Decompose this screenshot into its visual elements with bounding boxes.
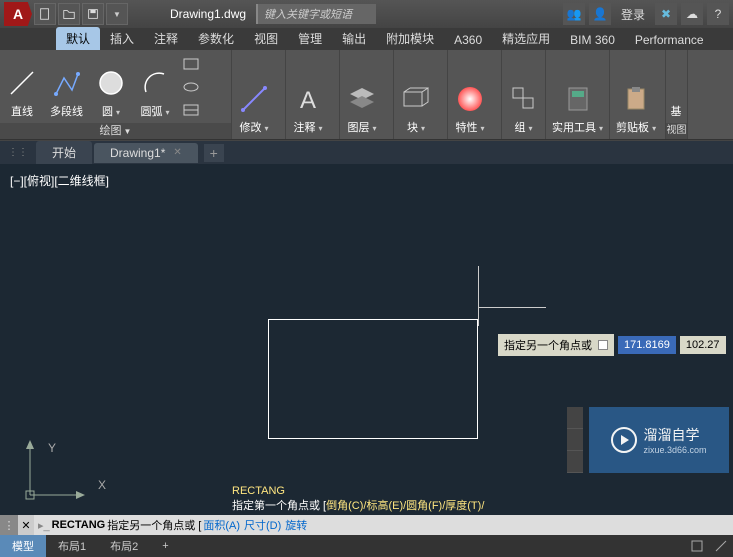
cmd-close-icon[interactable]: ✕ xyxy=(18,515,34,535)
status-bar: 模型 布局1 布局2 + xyxy=(0,535,733,557)
nav-scrollbar[interactable] xyxy=(567,407,583,473)
command-line[interactable]: ⋮ ✕ ▸_ RECTANG 指定另一个角点或 [面积(A) 尺寸(D) 旋转 xyxy=(0,515,733,535)
cmd-option[interactable]: 尺寸(D) xyxy=(244,517,281,533)
svg-text:A: A xyxy=(300,87,316,114)
hatch-icon[interactable] xyxy=(181,101,201,119)
cmd-grip-icon[interactable]: ⋮ xyxy=(0,515,18,535)
layer-button[interactable]: 图层 ▾ xyxy=(340,50,384,139)
ucs-y-label: Y xyxy=(48,441,56,455)
dyn-height-input[interactable]: 102.27 xyxy=(680,336,726,354)
dynamic-input: 指定另一个角点或 171.8169 102.27 xyxy=(498,334,726,356)
ribbon-tab[interactable]: 插入 xyxy=(100,27,144,50)
cloud-icon[interactable]: ☁ xyxy=(681,3,703,25)
base-button[interactable]: 基 xyxy=(666,50,686,123)
model-tab[interactable]: 模型 xyxy=(0,535,46,557)
dyn-prompt-label: 指定另一个角点或 xyxy=(504,337,592,353)
play-icon xyxy=(611,427,637,453)
arc-button[interactable]: 圆弧 ▾ xyxy=(133,50,177,123)
ribbon-tab[interactable]: A360 xyxy=(444,30,492,50)
crosshair-h xyxy=(478,307,546,308)
ribbon-tab[interactable]: BIM 360 xyxy=(560,30,625,50)
crosshair-v xyxy=(478,266,479,326)
ribbon-tab[interactable]: 附加模块 xyxy=(376,27,444,50)
close-icon[interactable]: ✕ xyxy=(173,147,181,158)
qat-open-icon[interactable] xyxy=(58,3,80,25)
cmd-chevron-icon: ▸_ xyxy=(38,519,50,532)
app-logo[interactable]: A xyxy=(4,2,32,26)
utilities-button[interactable]: 实用工具 ▾ xyxy=(546,50,609,139)
ribbon-body: 直线 多段线 圆 ▾ 圆弧 ▾ 绘图▼ 修改 ▾ A注释 ▾ 图层 ▾ 块 ▾ … xyxy=(0,50,733,140)
status-icon[interactable] xyxy=(711,538,731,554)
clipboard-button[interactable]: 剪贴板 ▾ xyxy=(610,50,662,139)
ribbon-tab[interactable]: 参数化 xyxy=(188,27,244,50)
binoculars-icon[interactable]: 👥 xyxy=(563,3,585,25)
panel-title: 视图 xyxy=(666,123,687,139)
rectangle-preview xyxy=(268,319,478,439)
cmd-option[interactable]: 旋转 xyxy=(285,517,307,533)
modify-button[interactable]: 修改 ▾ xyxy=(232,50,276,139)
dyn-width-input[interactable]: 171.8169 xyxy=(618,336,676,354)
ucs-x-label: X xyxy=(98,478,106,492)
drawing-canvas[interactable]: [−][俯视][二维线框] 指定另一个角点或 171.8169 102.27 Y… xyxy=(0,164,733,515)
qat-dropdown-icon[interactable]: ▼ xyxy=(106,3,128,25)
qat-new-icon[interactable] xyxy=(34,3,56,25)
rect-icon[interactable] xyxy=(181,55,201,73)
title-filename: Drawing1.dwg xyxy=(170,7,246,21)
properties-button[interactable]: 特性 ▾ xyxy=(448,50,492,139)
dyn-options-icon[interactable] xyxy=(598,340,608,350)
ribbon-tab[interactable]: Performance xyxy=(625,30,714,50)
add-tab-button[interactable]: + xyxy=(204,144,224,162)
exchange-icon[interactable]: ✖ xyxy=(655,3,677,25)
file-tab-drawing[interactable]: Drawing1*✕ xyxy=(94,143,198,163)
panel-title[interactable]: 绘图▼ xyxy=(0,123,231,139)
viewport-label[interactable]: [−][俯视][二维线框] xyxy=(10,172,109,189)
circle-button[interactable]: 圆 ▾ xyxy=(89,50,133,123)
status-icon[interactable] xyxy=(687,538,707,554)
qat-save-icon[interactable] xyxy=(82,3,104,25)
block-button[interactable]: 块 ▾ xyxy=(394,50,438,139)
command-history: RECTANG 指定第一个角点或 [倒角(C)/标高(E)/圆角(F)/厚度(T… xyxy=(232,485,484,513)
cmd-name: RECTANG xyxy=(52,519,106,531)
ribbon-tab[interactable]: 管理 xyxy=(288,27,332,50)
file-tab-start[interactable]: 开始 xyxy=(36,141,92,164)
cmd-option[interactable]: 面积(A) xyxy=(203,517,240,533)
ribbon-tab[interactable]: 默认 xyxy=(56,27,100,50)
tab-grip-icon[interactable]: ⋮⋮ xyxy=(8,147,28,158)
watermark: 溜溜自学zixue.3d66.com xyxy=(589,407,729,473)
search-input[interactable]: 键入关键字或短语 xyxy=(256,4,376,24)
login-label[interactable]: 登录 xyxy=(615,6,651,23)
group-button[interactable]: 组 ▾ xyxy=(502,50,545,139)
ribbon-tab-bar: 默认 插入 注释 参数化 视图 管理 输出 附加模块 A360 精选应用 BIM… xyxy=(0,28,733,50)
ribbon-tab[interactable]: 输出 xyxy=(332,27,376,50)
line-button[interactable]: 直线 xyxy=(0,50,44,123)
ellipse-icon[interactable] xyxy=(181,78,201,96)
polyline-button[interactable]: 多段线 xyxy=(44,50,89,123)
ribbon-tab[interactable]: 精选应用 xyxy=(492,27,560,50)
layout-tab[interactable]: 布局2 xyxy=(98,535,150,557)
ribbon-tab[interactable]: 视图 xyxy=(244,27,288,50)
annotation-button[interactable]: A注释 ▾ xyxy=(286,50,330,139)
file-tab-bar: ⋮⋮ 开始 Drawing1*✕ + xyxy=(0,140,733,164)
ribbon-tab[interactable]: 注释 xyxy=(144,27,188,50)
add-layout-button[interactable]: + xyxy=(150,537,180,555)
user-icon[interactable]: 👤 xyxy=(589,3,611,25)
help-icon[interactable]: ? xyxy=(707,3,729,25)
layout-tab[interactable]: 布局1 xyxy=(46,535,98,557)
cmd-prompt-text: 指定另一个角点或 [ xyxy=(107,517,201,533)
